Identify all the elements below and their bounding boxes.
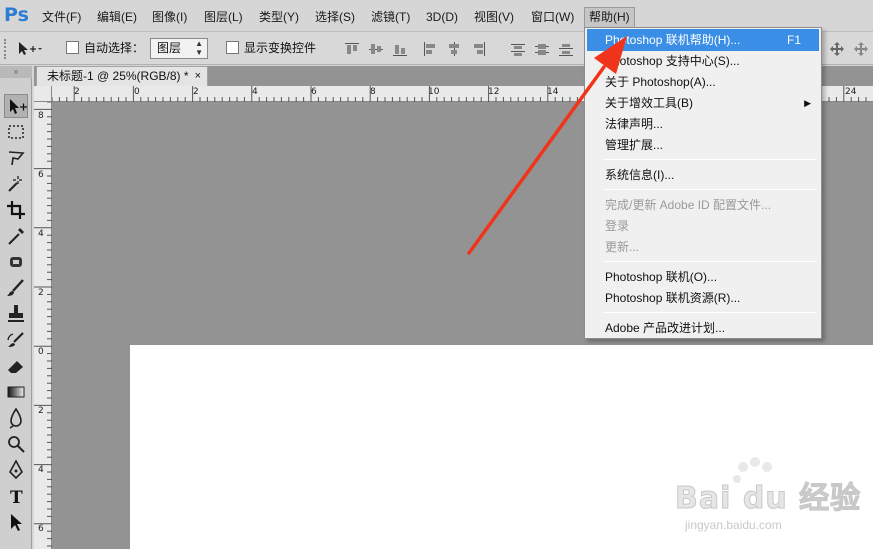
- auto-select-target-dropdown[interactable]: 图层 ▲ ▼: [150, 38, 208, 59]
- menu-item-label: 关于增效工具(B): [605, 96, 693, 110]
- help-menu-dropdown: Photoshop 联机帮助(H)... F1 Photoshop 支持中心(S…: [584, 27, 822, 339]
- menu-item-product-improvement[interactable]: Adobe 产品改进计划...: [587, 317, 819, 339]
- move-tool-icon[interactable]: [4, 94, 28, 118]
- watermark-brand: Bai du 经验: [674, 481, 862, 517]
- menu-separator: [603, 189, 817, 190]
- tools-collapse-icon[interactable]: »: [0, 66, 32, 78]
- brush-tool-icon[interactable]: [4, 276, 28, 300]
- baidu-jingyan-watermark: Bai du 经验 jingyan.baidu.com: [665, 455, 865, 540]
- close-tab-icon[interactable]: ×: [195, 67, 201, 86]
- crop-tool-icon[interactable]: [4, 198, 28, 222]
- svg-text:T: T: [10, 488, 23, 508]
- menu-item-label: Photoshop 联机帮助(H)...: [605, 33, 741, 47]
- marquee-tool-icon[interactable]: [4, 120, 28, 144]
- lasso-tool-icon[interactable]: [4, 146, 28, 170]
- menu-select[interactable]: 选择(S): [311, 7, 359, 27]
- submenu-arrow-icon: ▶: [804, 98, 811, 108]
- menu-filter[interactable]: 滤镜(T): [367, 7, 414, 27]
- align-right-icon[interactable]: [470, 41, 486, 57]
- stepper-arrows-icon: ▲ ▼: [195, 39, 203, 57]
- move-tool-preset-icon[interactable]: [17, 41, 43, 57]
- eyedropper-tool-icon[interactable]: [4, 224, 28, 248]
- show-transform-label: 显示变换控件: [244, 41, 317, 55]
- align-vcenter-icon[interactable]: [368, 41, 384, 57]
- align-hcenter-icon[interactable]: [446, 41, 462, 57]
- document-tab-title: 未标题-1 @ 25%(RGB/8) *: [47, 69, 189, 83]
- menu-window[interactable]: 窗口(W): [527, 7, 578, 27]
- menu-type[interactable]: 类型(Y): [255, 7, 303, 27]
- menu-separator: [603, 261, 817, 262]
- pen-tool-icon[interactable]: [4, 458, 28, 482]
- menu-separator: [603, 159, 817, 160]
- 3d-orbit-icon[interactable]: [829, 41, 845, 57]
- 3d-pan-icon[interactable]: [853, 41, 869, 57]
- menu-item-photoshop-online[interactable]: Photoshop 联机(O)...: [587, 266, 819, 288]
- auto-select-label: 自动选择：: [84, 41, 145, 55]
- menu-item-support-center[interactable]: Photoshop 支持中心(S)...: [587, 50, 819, 72]
- menu-item-updates: 更新...: [605, 240, 640, 254]
- menu-separator: [603, 312, 817, 313]
- vertical-ruler[interactable]: 8 6 4 2 0 2 4 6: [34, 102, 52, 549]
- align-bottom-icon[interactable]: [392, 41, 408, 57]
- ruler-v-ticks: [34, 102, 52, 547]
- distribute-top-icon[interactable]: [510, 41, 526, 57]
- blur-tool-icon[interactable]: [4, 406, 28, 430]
- menu-item-online-help[interactable]: Photoshop 联机帮助(H)... F1: [587, 29, 819, 51]
- photoshop-logo: Ps: [4, 4, 29, 26]
- menu-item-adobe-id-profile: 完成/更新 Adobe ID 配置文件...: [605, 198, 772, 212]
- menu-help[interactable]: 帮助(H): [584, 7, 635, 28]
- menu-item-about-photoshop[interactable]: 关于 Photoshop(A)...: [587, 71, 819, 93]
- watermark-url: jingyan.baidu.com: [685, 518, 782, 532]
- eraser-tool-icon[interactable]: [4, 354, 28, 378]
- tools-panel: » T: [0, 66, 32, 549]
- align-left-icon[interactable]: [422, 41, 438, 57]
- dodge-tool-icon[interactable]: [4, 432, 28, 456]
- auto-select-checkbox[interactable]: [66, 41, 79, 54]
- document-tab[interactable]: 未标题-1 @ 25%(RGB/8) * ×: [36, 66, 208, 86]
- menu-file[interactable]: 文件(F): [38, 7, 85, 27]
- menu-view[interactable]: 视图(V): [470, 7, 518, 27]
- healing-brush-tool-icon[interactable]: [4, 250, 28, 274]
- menu-item-legal-notices[interactable]: 法律声明...: [587, 113, 819, 135]
- history-brush-tool-icon[interactable]: [4, 328, 28, 352]
- clone-stamp-tool-icon[interactable]: [4, 302, 28, 326]
- path-selection-tool-icon[interactable]: [4, 510, 28, 534]
- options-grip[interactable]: [4, 39, 9, 59]
- distribute-bottom-icon[interactable]: [558, 41, 574, 57]
- menu-item-about-plugins[interactable]: 关于增效工具(B) ▶: [587, 92, 819, 114]
- auto-select-target-value: 图层: [157, 41, 182, 55]
- menu-3d[interactable]: 3D(D): [422, 7, 462, 27]
- menu-item-sign-in: 登录: [605, 219, 630, 233]
- type-tool-icon[interactable]: T: [4, 484, 28, 508]
- menu-layer[interactable]: 图层(L): [200, 7, 247, 27]
- shortcut-label: F1: [786, 33, 801, 47]
- align-top-icon[interactable]: [344, 41, 360, 57]
- gradient-tool-icon[interactable]: [4, 380, 28, 404]
- menu-image[interactable]: 图像(I): [148, 7, 191, 27]
- quick-selection-tool-icon[interactable]: [4, 172, 28, 196]
- show-transform-checkbox[interactable]: [226, 41, 239, 54]
- menu-item-manage-extensions[interactable]: 管理扩展...: [587, 134, 819, 156]
- distribute-vcenter-icon[interactable]: [534, 41, 550, 57]
- menu-edit[interactable]: 编辑(E): [93, 7, 141, 27]
- menu-item-online-resources[interactable]: Photoshop 联机资源(R)...: [587, 287, 819, 309]
- menu-item-system-info[interactable]: 系统信息(I)...: [587, 164, 819, 186]
- ruler-origin[interactable]: [34, 86, 52, 102]
